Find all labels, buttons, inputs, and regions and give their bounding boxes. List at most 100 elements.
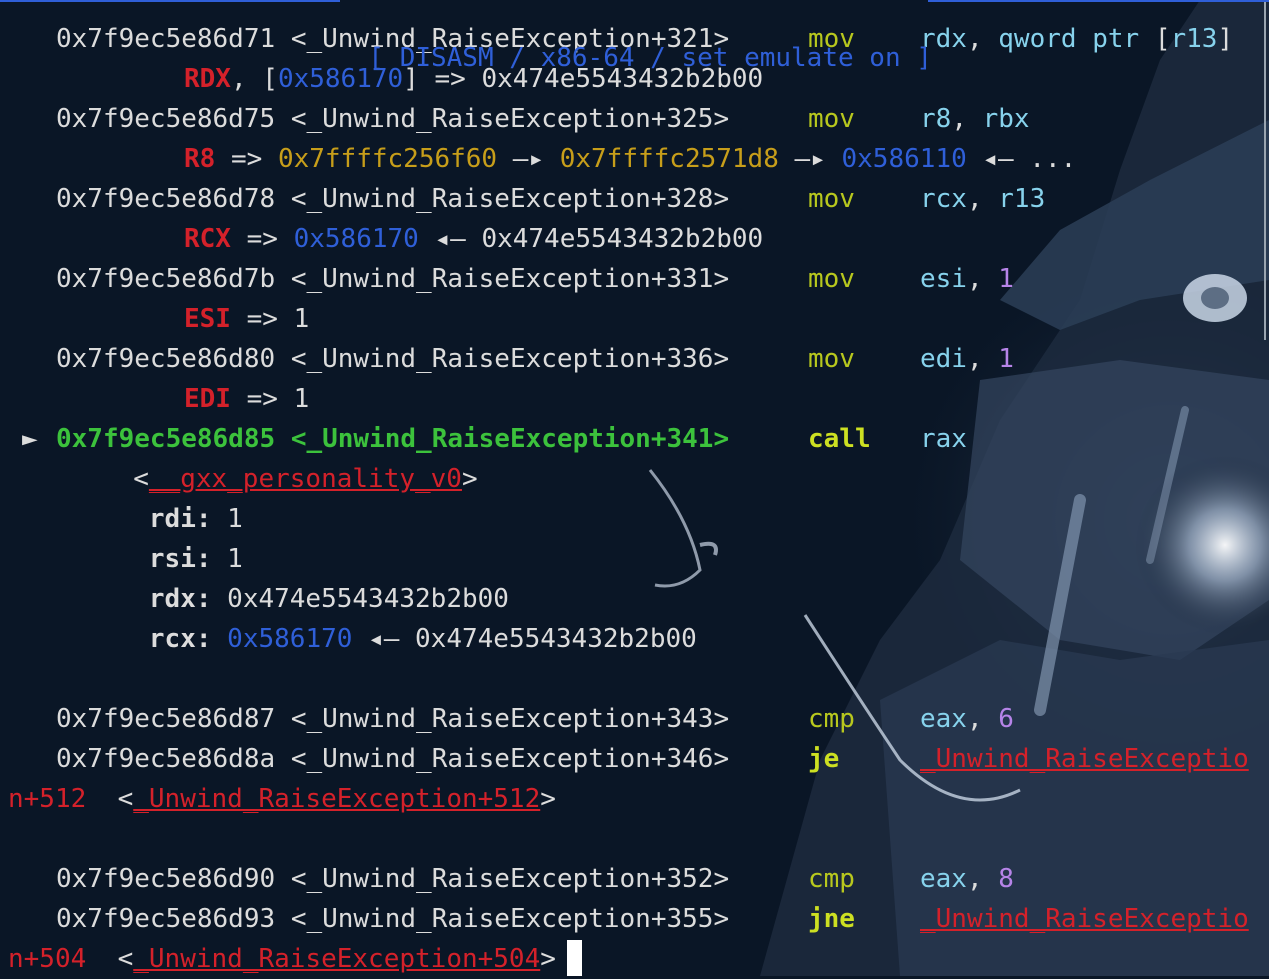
operand-token: EDI — [184, 384, 231, 414]
address-symbol: 0x7f9ec5e86d78 <_Unwind_RaiseException+3… — [56, 184, 729, 214]
operand-token — [8, 544, 149, 574]
operand-token: eax — [920, 704, 967, 734]
operand-token: ◂— ... — [966, 144, 1077, 174]
instruction-symbol: <_Unwind_RaiseException+331> — [290, 264, 730, 294]
operand-token — [8, 624, 149, 654]
operand-token: rdi: — [148, 504, 212, 534]
operand-token: ] — [1217, 24, 1234, 54]
operand-token: , — [966, 264, 999, 294]
operand-token: 0x586170 — [227, 624, 353, 654]
operand-token: , — [966, 704, 999, 734]
address-symbol: 0x7f9ec5e86d85 <_Unwind_RaiseException+3… — [56, 424, 729, 454]
operand-token: 1 — [998, 344, 1014, 374]
operand-token: rax — [920, 424, 967, 454]
instruction-mnemonic: cmp — [808, 864, 855, 894]
instruction-symbol: <_Unwind_RaiseException+343> — [290, 704, 730, 734]
operand-token: => 1 — [230, 304, 310, 334]
operand-token: 1 — [998, 264, 1014, 294]
operand-token: R8 — [184, 144, 216, 174]
disasm-section-header: [ DISASM / x86-64 / set emulate on ] — [0, 0, 1269, 72]
instruction-operands: eax, 6 — [920, 704, 1014, 734]
instruction-address: 0x7f9ec5e86d85 — [56, 424, 276, 454]
instruction-operands: _Unwind_RaiseExceptio — [920, 744, 1249, 774]
operand-token: > — [540, 784, 556, 814]
address-symbol: 0x7f9ec5e86d93 <_Unwind_RaiseException+3… — [56, 904, 729, 934]
operand-token: => — [230, 224, 294, 254]
operand-token: 1 — [211, 544, 243, 574]
operand-token: < — [86, 944, 134, 974]
operand-token — [8, 504, 149, 534]
annotation-line: n+512 <_Unwind_RaiseException+512> — [8, 779, 556, 819]
operand-token: rcx: — [148, 624, 212, 654]
register-effect: RCX => 0x586170 ◂— 0x474e5543432b2b00 — [184, 224, 763, 254]
operand-token: r13 — [998, 184, 1046, 214]
terminal-cursor — [567, 940, 582, 976]
annotation-line: rcx: 0x586170 ◂— 0x474e5543432b2b00 — [8, 619, 697, 659]
operand-token: r13 — [1170, 24, 1218, 54]
address-symbol: 0x7f9ec5e86d90 <_Unwind_RaiseException+3… — [56, 864, 729, 894]
operand-token: 8 — [998, 864, 1014, 894]
address-symbol: 0x7f9ec5e86d7b <_Unwind_RaiseException+3… — [56, 264, 729, 294]
instruction-address: 0x7f9ec5e86d7b — [56, 264, 276, 294]
instruction-symbol: <_Unwind_RaiseException+355> — [290, 904, 730, 934]
operand-token: 0x586110 — [841, 144, 967, 174]
operand-token: 6 — [998, 704, 1014, 734]
operand-token — [212, 624, 228, 654]
instruction-symbol: <_Unwind_RaiseException+341> — [290, 424, 730, 454]
operand-token: [ — [1154, 24, 1171, 54]
operand-token: 0x586170 — [293, 224, 419, 254]
operand-token: esi — [920, 264, 967, 294]
operand-token: _Unwind_RaiseExceptio — [920, 744, 1249, 774]
operand-token: > — [540, 944, 556, 974]
instruction-mnemonic: cmp — [808, 704, 855, 734]
instruction-operands: eax, 8 — [920, 864, 1014, 894]
operand-token: _Unwind_RaiseException+504 — [133, 944, 541, 974]
operand-token: < — [8, 464, 149, 494]
operand-token: rsi: — [148, 544, 212, 574]
operand-token: ◂— 0x474e5543432b2b00 — [418, 224, 764, 254]
operand-token: ESI — [184, 304, 231, 334]
disasm-terminal[interactable]: 0x7f9ec5e86d71 <_Unwind_RaiseException+3… — [0, 0, 1269, 976]
address-symbol: 0x7f9ec5e86d8a <_Unwind_RaiseException+3… — [56, 744, 729, 774]
instruction-address: 0x7f9ec5e86d87 — [56, 704, 276, 734]
instruction-symbol: <_Unwind_RaiseException+352> — [290, 864, 730, 894]
operand-token: _Unwind_RaiseException+512 — [133, 784, 541, 814]
operand-token: , — [966, 184, 999, 214]
instruction-address: 0x7f9ec5e86d90 — [56, 864, 276, 894]
operand-token: , — [966, 24, 999, 54]
instruction-address: 0x7f9ec5e86d78 — [56, 184, 276, 214]
operand-token: rbx — [982, 104, 1030, 134]
current-pc-marker: ► — [22, 424, 38, 454]
operand-token: qword ptr — [998, 24, 1155, 54]
pane-border — [1264, 0, 1266, 340]
instruction-mnemonic: mov — [808, 104, 855, 134]
instruction-symbol: <_Unwind_RaiseException+346> — [290, 744, 730, 774]
instruction-mnemonic: je — [808, 744, 840, 774]
address-symbol: 0x7f9ec5e86d75 <_Unwind_RaiseException+3… — [56, 104, 729, 134]
instruction-symbol: <_Unwind_RaiseException+328> — [290, 184, 730, 214]
address-symbol: 0x7f9ec5e86d87 <_Unwind_RaiseException+3… — [56, 704, 729, 734]
operand-token: 0x7ffffc2571d8 — [559, 144, 779, 174]
instruction-operands: esi, 1 — [920, 264, 1014, 294]
instruction-mnemonic: mov — [808, 344, 855, 374]
instruction-mnemonic: mov — [808, 264, 855, 294]
instruction-operands: r8, rbx — [920, 104, 1030, 134]
operand-token: eax — [920, 864, 967, 894]
operand-token: rcx — [920, 184, 967, 214]
instruction-operands: rcx, r13 — [920, 184, 1045, 214]
operand-token: r8 — [920, 104, 952, 134]
operand-token: , — [951, 104, 983, 134]
operand-token: RDX — [184, 64, 231, 94]
operand-token: ◂— 0x474e5543432b2b00 — [352, 624, 697, 654]
instruction-mnemonic: mov — [808, 184, 855, 214]
operand-token: RCX — [184, 224, 231, 254]
operand-token: —▸ — [497, 144, 560, 174]
instruction-symbol: <_Unwind_RaiseException+336> — [290, 344, 730, 374]
